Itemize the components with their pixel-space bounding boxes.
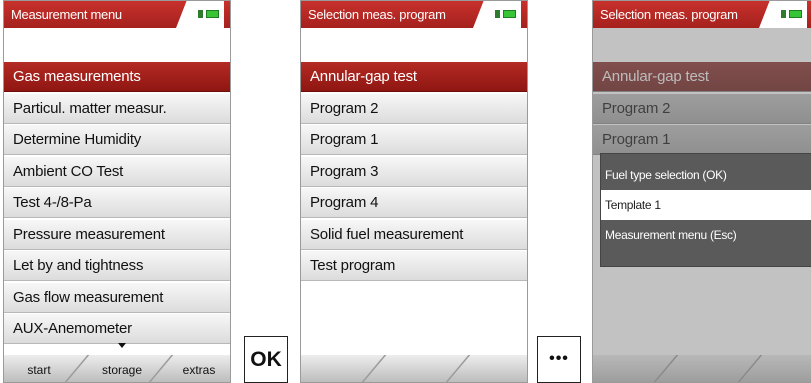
program-selection-popup-screen: Selection meas. program Annular-gap test… — [592, 0, 811, 383]
program-item-program-2[interactable]: Program 2 — [301, 93, 527, 124]
softkey-storage[interactable]: storage — [82, 355, 162, 382]
battery-icon — [495, 9, 517, 19]
menu-item-particulate[interactable]: Particul. matter measur. — [4, 93, 230, 124]
popup-item-measurement-menu[interactable]: Measurement menu (Esc) — [601, 220, 811, 250]
scroll-down-arrow-icon[interactable] — [118, 343, 126, 348]
header-spacer — [4, 28, 230, 62]
softkey-start[interactable]: start — [4, 355, 74, 382]
menu-item-pressure[interactable]: Pressure measurement — [4, 219, 230, 250]
program-list: Annular-gap test Program 2 Program 1 Pro… — [301, 62, 527, 283]
header-spacer — [301, 28, 527, 62]
ok-button[interactable]: OK — [244, 336, 288, 383]
popup-item-template-1[interactable]: Template 1 — [601, 190, 811, 220]
softkey-bar: start storage extras — [4, 355, 230, 382]
program-item-annular-gap[interactable]: Annular-gap test — [301, 62, 527, 92]
menu-item-let-by[interactable]: Let by and tightness — [4, 251, 230, 281]
battery-icon — [198, 9, 220, 19]
program-item-test-program[interactable]: Test program — [301, 251, 527, 281]
program-selection-screen: Selection meas. program Annular-gap test… — [300, 0, 528, 383]
menu-item-aux-anemometer[interactable]: AUX-Anemometer — [4, 314, 230, 344]
softkey-divider — [361, 355, 387, 382]
battery-icon — [781, 9, 803, 19]
program-item-solid-fuel[interactable]: Solid fuel measurement — [301, 219, 527, 250]
program-item-program-4[interactable]: Program 4 — [301, 188, 527, 218]
popup-item-fuel-type[interactable]: Fuel type selection (OK) — [601, 160, 811, 190]
program-item-program-1[interactable]: Program 1 — [301, 125, 527, 155]
menu-item-ambient-co[interactable]: Ambient CO Test — [4, 156, 230, 187]
menu-item-gas-measurements[interactable]: Gas measurements — [4, 62, 230, 92]
menu-item-gas-flow[interactable]: Gas flow measurement — [4, 282, 230, 313]
more-button[interactable]: ••• — [537, 336, 581, 383]
menu-list: Gas measurements Particul. matter measur… — [4, 62, 230, 346]
menu-item-4-8-pa[interactable]: Test 4-/8-Pa — [4, 188, 230, 218]
context-popup: Fuel type selection (OK) Template 1 Meas… — [601, 154, 811, 266]
softkey-bar — [301, 355, 527, 382]
softkey-extras[interactable]: extras — [166, 355, 230, 382]
measurement-menu-screen: Measurement menu Gas measurements Partic… — [3, 0, 231, 383]
menu-item-humidity[interactable]: Determine Humidity — [4, 125, 230, 155]
softkey-divider — [445, 355, 471, 382]
program-item-program-3[interactable]: Program 3 — [301, 156, 527, 187]
